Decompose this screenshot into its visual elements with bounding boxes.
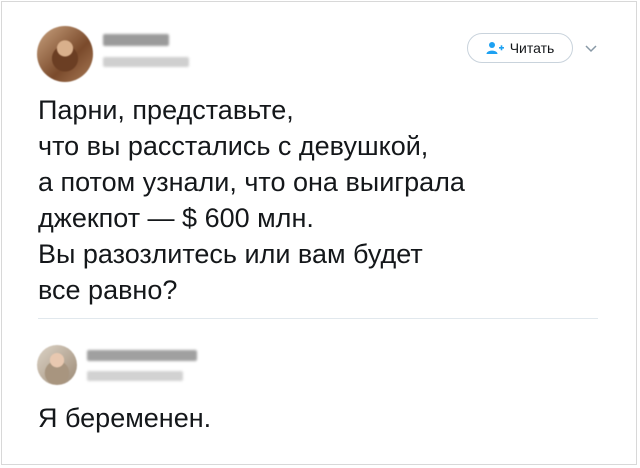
reply-author-name-blurred[interactable] [87, 350, 197, 361]
divider [38, 318, 598, 319]
reply-author-handle-blurred[interactable] [87, 371, 183, 381]
add-user-icon [486, 41, 504, 55]
reply-text: Я беременен. [38, 403, 212, 433]
author-name-blurred[interactable] [103, 34, 169, 46]
reply-avatar[interactable] [37, 345, 77, 385]
follow-label: Читать [509, 40, 555, 56]
chevron-down-icon[interactable] [584, 41, 598, 53]
follow-button[interactable]: Читать [467, 33, 573, 63]
author-handle-blurred[interactable] [103, 57, 189, 67]
avatar[interactable] [37, 26, 93, 82]
tweet-text: Парни, представьте, что вы расстались с … [38, 95, 465, 305]
